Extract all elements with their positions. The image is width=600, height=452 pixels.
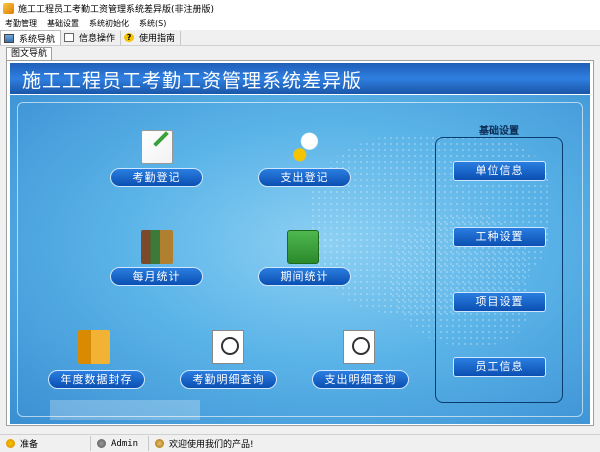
status-ready-text: 准备: [20, 440, 39, 450]
job-type-settings-button[interactable]: 工种设置: [453, 227, 546, 247]
info-icon: [155, 439, 164, 448]
monthly-stats-button[interactable]: 每月统计: [110, 267, 203, 286]
banner-title: 施工工程员工考勤工资管理系统差异版: [22, 70, 363, 92]
attendance-query-button[interactable]: 考勤明细查询: [180, 370, 277, 389]
window-title: 施工工程员工考勤工资管理系统差异版(非注册版): [18, 5, 215, 15]
period-stats-button[interactable]: 期间统计: [258, 267, 351, 286]
books-icon: [141, 230, 173, 264]
status-bar: 准备 Admin 欢迎使用我们的产品!: [0, 434, 600, 452]
expense-query-button[interactable]: 支出明细查询: [312, 370, 409, 389]
toolbar-system-nav-button[interactable]: 系统导航: [0, 30, 62, 45]
menu-attendance[interactable]: 考勤管理: [0, 18, 42, 29]
employee-info-button[interactable]: 员工信息: [453, 357, 546, 377]
green-book-icon: [287, 230, 319, 264]
annual-seal-button[interactable]: 年度数据封存: [48, 370, 145, 389]
help-icon: ?: [124, 33, 135, 42]
toolbar: 系统导航 信息操作 ? 使用指南: [0, 30, 600, 46]
toolbar-system-nav-label: 系统导航: [19, 34, 56, 45]
banner: 施工工程员工考勤工资管理系统差异版: [10, 63, 590, 94]
menu-basic-settings[interactable]: 基础设置: [42, 18, 84, 29]
nav-canvas: 考勤登记 支出登记 每月统计 期间统计 年度数据封存 考勤明细查询 支出明细查询…: [10, 95, 590, 424]
project-settings-button[interactable]: 项目设置: [453, 292, 546, 312]
magnifier-icon: [343, 330, 375, 364]
toolbar-info-ops-button[interactable]: 信息操作: [61, 30, 122, 45]
document-icon: [64, 33, 75, 42]
title-bar: 施工工程员工考勤工资管理系统差异版(非注册版): [0, 0, 600, 17]
app-icon: [3, 3, 14, 14]
attendance-register-button[interactable]: 考勤登记: [110, 168, 203, 187]
tab-graphic-nav[interactable]: 图文导航: [6, 47, 53, 61]
toolbar-guide-button[interactable]: ? 使用指南: [121, 30, 182, 45]
status-user-text: Admin: [111, 438, 139, 449]
money-bag-icon: [287, 131, 319, 165]
menu-system[interactable]: 系统(S): [134, 18, 171, 29]
menu-system-init[interactable]: 系统初始化: [84, 18, 134, 29]
toolbar-guide-label: 使用指南: [139, 34, 176, 44]
ready-icon: [6, 439, 15, 448]
status-ready: 准备: [0, 436, 91, 451]
status-welcome: 欢迎使用我们的产品!: [149, 436, 260, 451]
status-user: Admin: [91, 436, 149, 451]
expense-register-button[interactable]: 支出登记: [258, 168, 351, 187]
notebook-pen-icon: [141, 130, 173, 164]
basic-settings-title: 基础设置: [479, 126, 519, 137]
menu-bar: 考勤管理 基础设置 系统初始化 系统(S): [0, 17, 600, 30]
status-welcome-text: 欢迎使用我们的产品!: [169, 440, 254, 450]
unit-info-button[interactable]: 单位信息: [453, 161, 546, 181]
monitor-icon: [4, 33, 14, 43]
toolbar-info-ops-label: 信息操作: [79, 34, 116, 44]
binder-icon: [78, 330, 110, 364]
magnifier-doc-icon: [212, 330, 244, 364]
user-icon: [97, 439, 106, 448]
tab-strip: 图文导航: [0, 46, 600, 61]
